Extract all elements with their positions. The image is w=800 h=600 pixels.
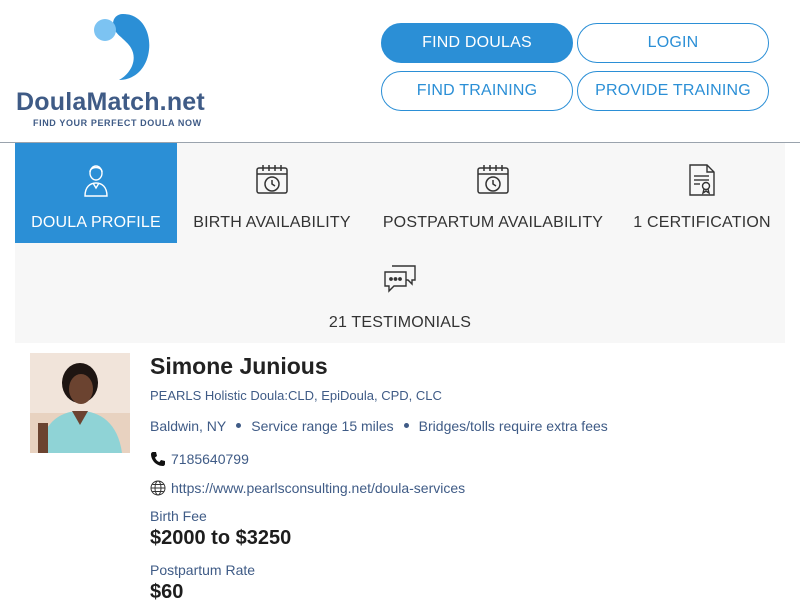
postpartum-rate-value: $60	[150, 581, 184, 600]
tab-label: POSTPARTUM AVAILABILITY	[382, 214, 604, 231]
doula-name: Simone Junious	[150, 353, 328, 379]
logo-tagline: FIND YOUR PERFECT DOULA NOW	[33, 118, 202, 128]
tab-doula-profile[interactable]: DOULA PROFILE	[15, 143, 177, 243]
phone-icon	[150, 451, 166, 467]
globe-icon	[150, 480, 166, 496]
calendar-clock-icon	[254, 161, 290, 199]
tolls-note: Bridges/tolls require extra fees	[418, 418, 608, 434]
site-header: DoulaMatch.net FIND YOUR PERFECT DOULA N…	[0, 0, 800, 143]
logo-wordmark-part2: Match.net	[86, 88, 205, 116]
birth-fee-label: Birth Fee	[150, 508, 207, 524]
doula-person-icon	[78, 161, 114, 199]
tab-label: 1 CERTIFICATION	[633, 214, 771, 231]
certificate-icon	[684, 161, 720, 199]
doula-photo	[30, 353, 130, 453]
login-button[interactable]: LOGIN	[577, 23, 769, 63]
tab-label: 21 TESTIMONIALS	[328, 314, 472, 331]
birth-fee-value: $2000 to $3250	[150, 527, 292, 549]
tab-certification[interactable]: 1 CERTIFICATION	[619, 143, 785, 243]
calendar-clock-icon	[475, 161, 511, 199]
tab-label: DOULA PROFILE	[31, 214, 161, 231]
provide-training-button[interactable]: PROVIDE TRAINING	[577, 71, 769, 111]
tab-birth-availability[interactable]: BIRTH AVAILABILITY	[177, 143, 367, 243]
separator-dot	[403, 422, 409, 428]
profile-tabs: DOULA PROFILE BIRTH AVAILABILITY POSTPAR	[15, 143, 785, 343]
postpartum-rate-label: Postpartum Rate	[150, 562, 256, 578]
doula-location-row: Baldwin, NY Service range 15 miles Bridg…	[150, 418, 608, 434]
logo-wordmark-part1: Doula	[16, 88, 87, 116]
find-training-button[interactable]: FIND TRAINING	[381, 71, 573, 111]
doula-credentials: PEARLS Holistic Doula:CLD, EpiDoula, CPD…	[150, 388, 442, 403]
doula-location: Baldwin, NY	[150, 418, 227, 434]
tab-testimonials[interactable]: 21 TESTIMONIALS	[300, 243, 500, 343]
phone-row[interactable]: 7185640799	[150, 451, 249, 467]
logo-wordmark: DoulaMatch.net	[16, 88, 205, 117]
chat-bubbles-icon	[382, 261, 418, 299]
website-link[interactable]: https://www.pearlsconsulting.net/doula-s…	[171, 480, 465, 496]
tab-label: BIRTH AVAILABILITY	[193, 214, 351, 231]
service-range: Service range 15 miles	[251, 418, 394, 434]
phone-number[interactable]: 7185640799	[171, 451, 249, 467]
find-doulas-button[interactable]: FIND DOULAS	[381, 23, 573, 63]
separator-dot	[236, 422, 242, 428]
tab-postpartum-availability[interactable]: POSTPARTUM AVAILABILITY	[367, 143, 619, 243]
site-logo[interactable]: DoulaMatch.net FIND YOUR PERFECT DOULA N…	[16, 10, 226, 132]
logo-mark-icon	[94, 14, 150, 80]
website-row[interactable]: https://www.pearlsconsulting.net/doula-s…	[150, 480, 465, 496]
